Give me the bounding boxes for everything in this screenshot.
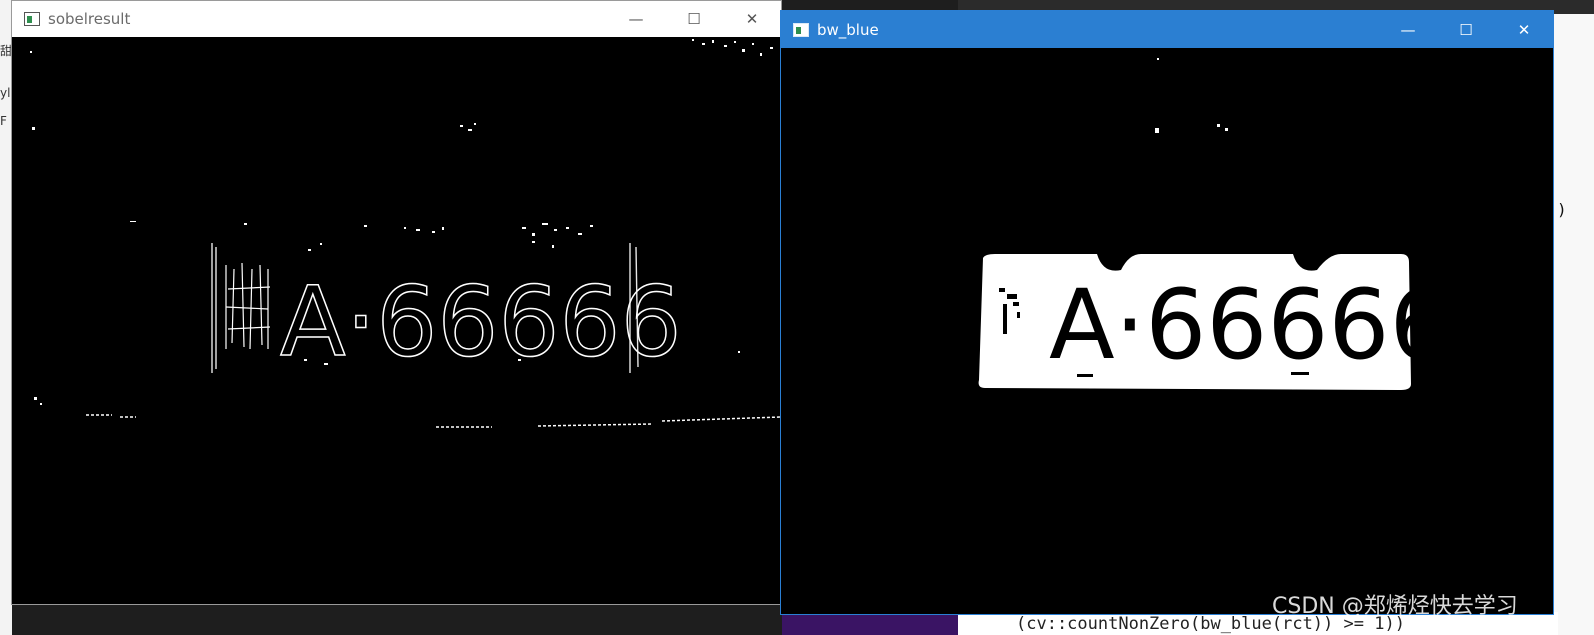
window-title: bw_blue: [817, 20, 879, 39]
app-icon: [24, 12, 40, 26]
maximize-button[interactable]: ☐: [1437, 11, 1495, 48]
close-button[interactable]: ✕: [1495, 11, 1553, 48]
plate-text: A·66666: [1049, 269, 1451, 381]
background-image-fragment: [782, 612, 958, 635]
minimize-button[interactable]: —: [1379, 11, 1437, 48]
sobel-edge-image: A·66666: [30, 39, 781, 428]
window-title: sobelresult: [48, 10, 131, 28]
background-editor-right: ): [1553, 14, 1594, 635]
bw-image-canvas: A·66666: [781, 48, 1553, 614]
app-icon: [793, 22, 809, 37]
maximize-button[interactable]: ☐: [665, 1, 723, 37]
minimize-button[interactable]: —: [607, 1, 665, 37]
close-button[interactable]: ✕: [723, 1, 781, 37]
bw-blue-window[interactable]: bw_blue — ☐ ✕ A·66666: [780, 10, 1554, 615]
bw-binary-image: A·66666: [978, 58, 1451, 390]
sobelresult-window[interactable]: sobelresult — ☐ ✕ A·66666: [11, 0, 782, 605]
bg-code-paren: ): [1557, 200, 1567, 219]
sobel-image-canvas: A·66666: [12, 37, 781, 604]
titlebar[interactable]: sobelresult — ☐ ✕: [12, 1, 781, 37]
plate-edge-text: A·66666: [280, 266, 682, 378]
csdn-watermark: CSDN @郑烯烃快去学习: [1272, 594, 1518, 619]
bg-fragment: F: [0, 114, 7, 128]
bg-fragment: yl: [0, 86, 11, 100]
titlebar[interactable]: bw_blue — ☐ ✕: [781, 11, 1553, 48]
